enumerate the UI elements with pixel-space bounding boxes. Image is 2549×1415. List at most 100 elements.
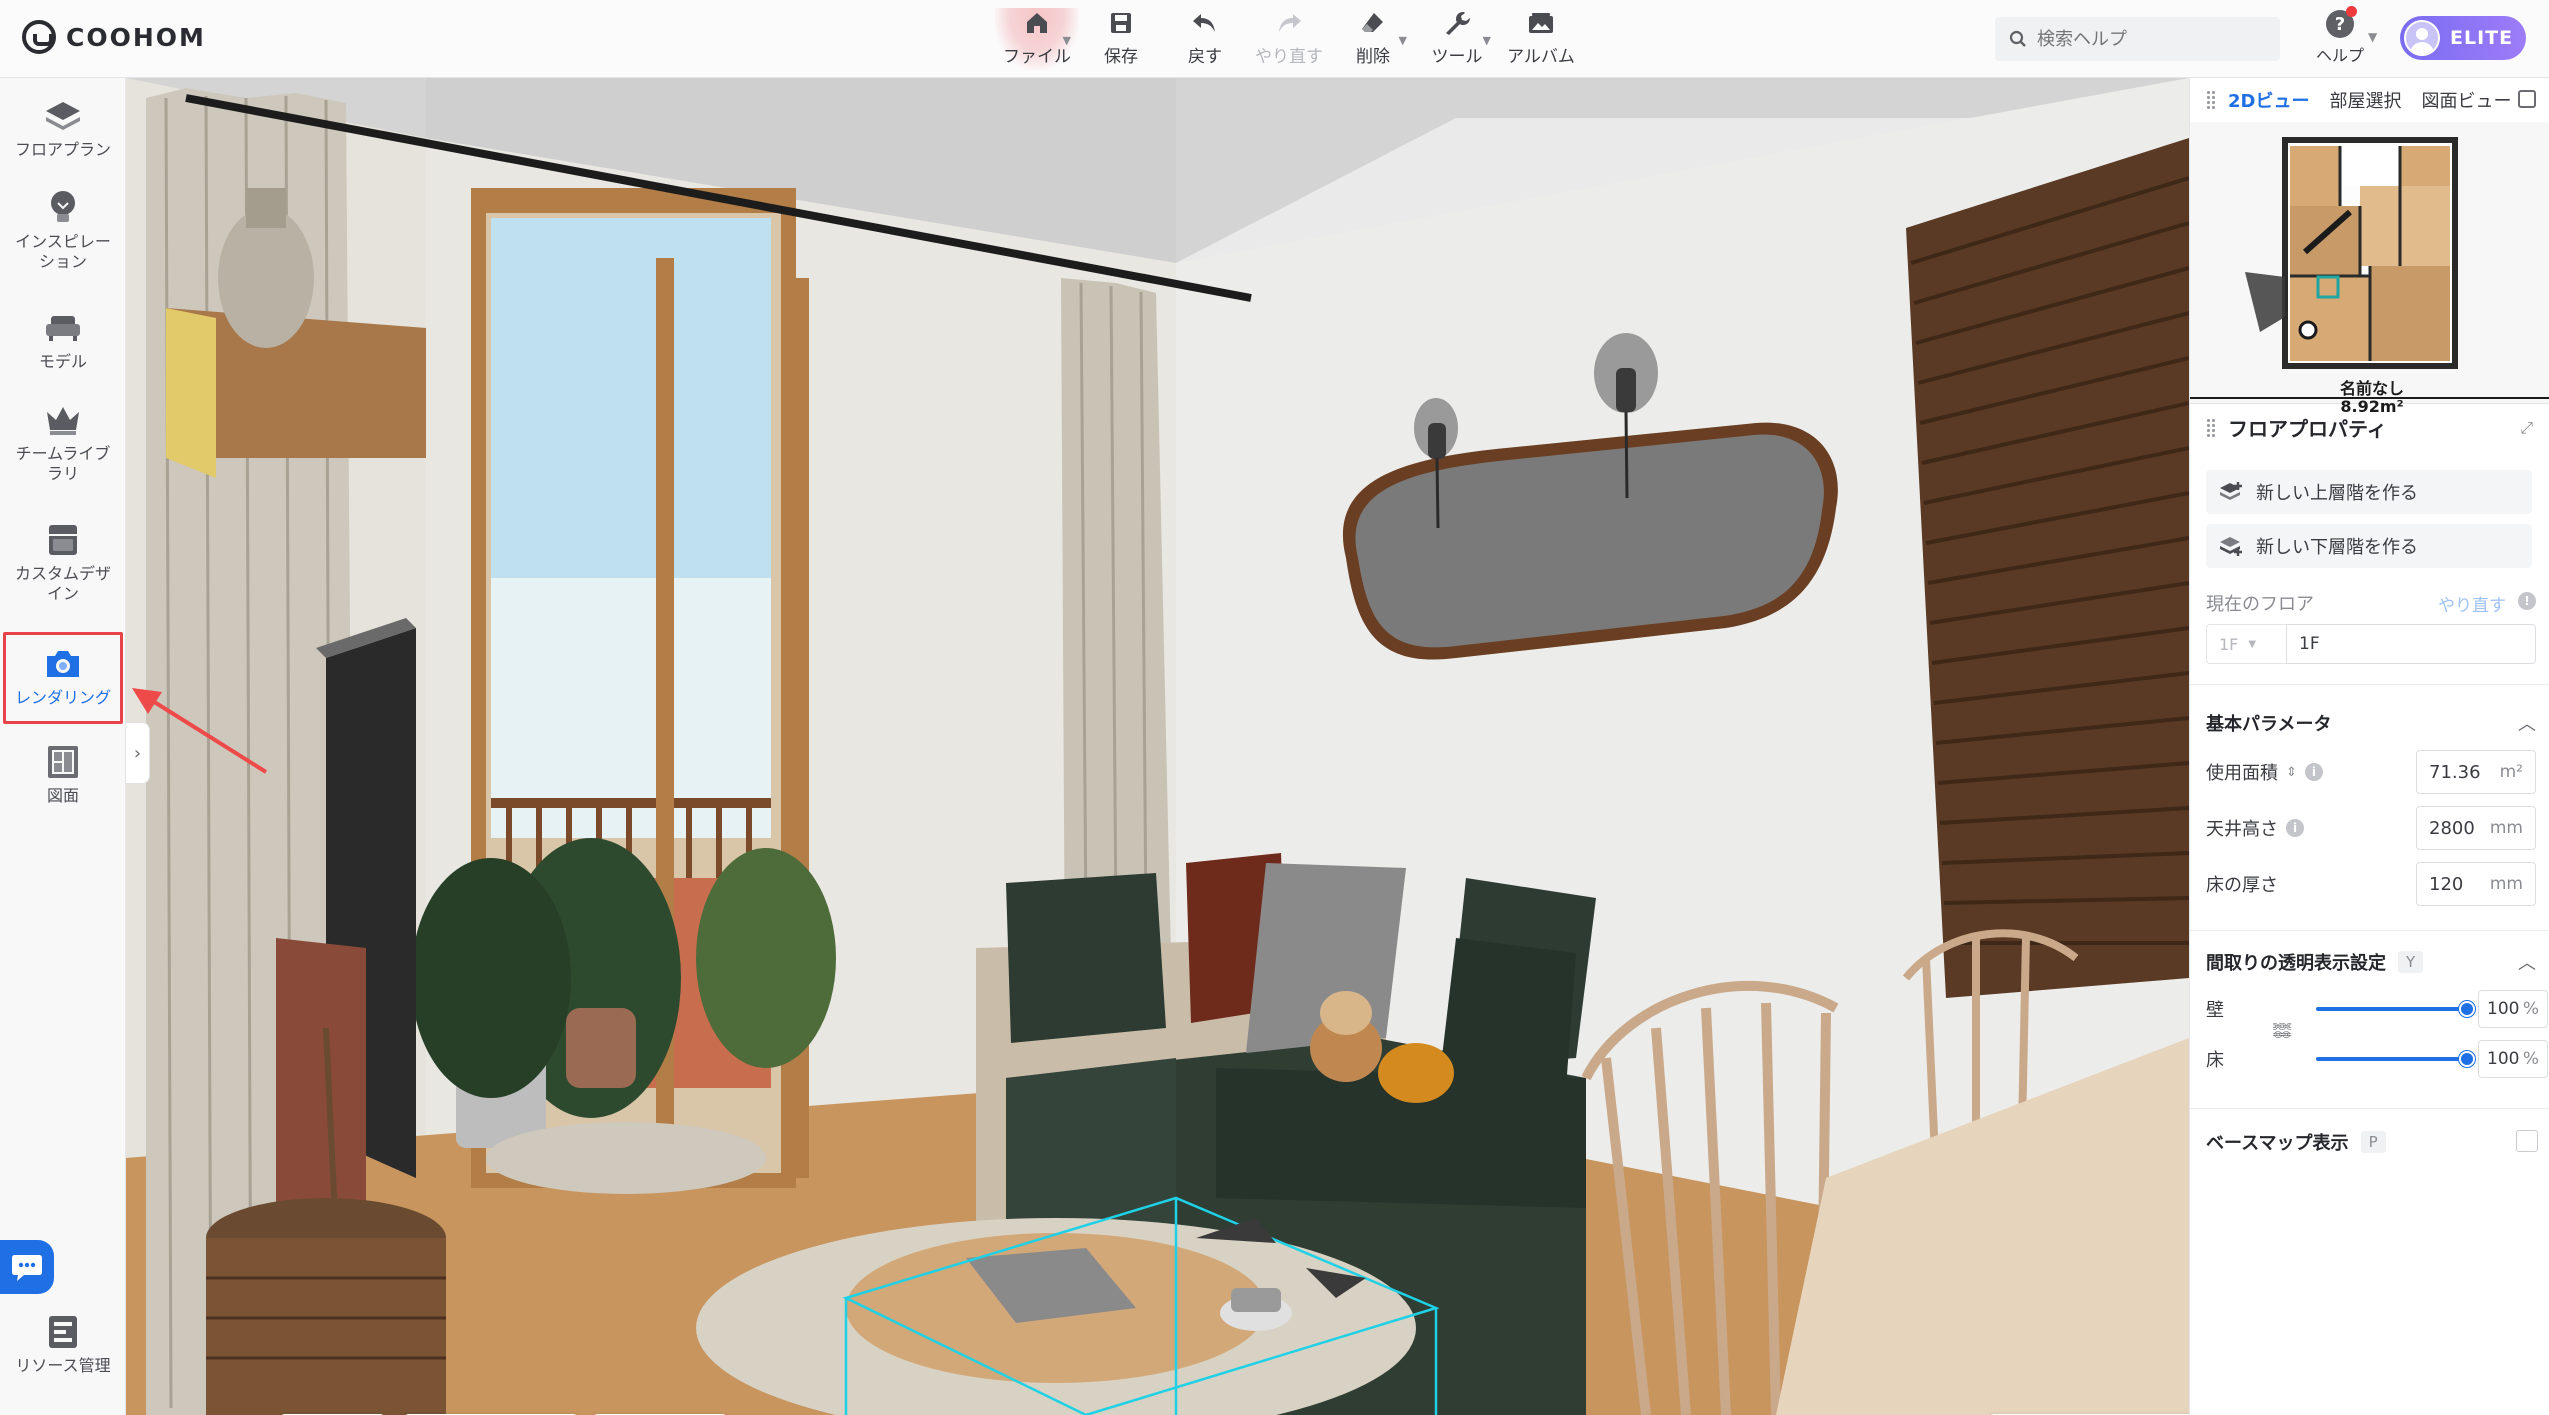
sofa-icon	[43, 308, 83, 348]
tab-2d-view[interactable]: 2Dビュー	[2228, 87, 2309, 113]
panel-title: フロアプロパティ	[2206, 413, 2387, 442]
search-icon	[2009, 30, 2026, 47]
floor-name-value: 1F	[2299, 634, 2320, 654]
info-icon[interactable]: !	[2518, 592, 2536, 610]
delete-button[interactable]: 削除 ▼	[1331, 8, 1415, 70]
popout-icon[interactable]	[2518, 90, 2536, 108]
left-sidebar: フロアプラン インスピレーション モデル チームライブラリ カスタムデザイン レ…	[0, 78, 126, 1415]
home-icon	[1020, 8, 1054, 38]
save-button[interactable]: 保存	[1079, 8, 1163, 70]
redo-label: やり直す	[1255, 47, 1323, 67]
redo-link[interactable]: やり直す	[2438, 591, 2506, 616]
sidebar-item-model[interactable]: モデル	[0, 308, 126, 372]
floor-properties-title: フロアプロパティ	[2228, 417, 2387, 441]
chevron-down-icon: ▼	[2248, 638, 2257, 650]
album-button[interactable]: アルバム	[1499, 8, 1583, 70]
floor-opacity-value: 100	[2487, 1049, 2520, 1069]
help-search[interactable]	[1995, 17, 2280, 61]
area-value: 71.36	[2429, 761, 2481, 783]
wrench-icon	[1440, 8, 1474, 38]
sidebar-item-label: リソース管理	[15, 1356, 111, 1375]
transparency-title: 間取りの透明表示設定	[2206, 953, 2386, 974]
sidebar-item-team-library[interactable]: チームライブラリ	[0, 400, 126, 484]
chat-icon	[12, 1255, 42, 1281]
ceiling-height-input[interactable]: 2800 mm	[2416, 806, 2536, 850]
link-icon[interactable]: ⛓	[2271, 1019, 2292, 1042]
help-label: ヘルプ	[2315, 46, 2364, 65]
drag-handle-icon[interactable]	[2206, 417, 2216, 438]
minimap-floorplan[interactable]	[2190, 122, 2549, 404]
floor-opacity-input[interactable]: 100 %	[2478, 1040, 2548, 1078]
floor-thickness-label: 床の厚さ	[2206, 875, 2278, 896]
shortcut-key-p: P	[2360, 1131, 2386, 1153]
wall-opacity-slider[interactable]	[2316, 1001, 2475, 1017]
drag-handle-icon[interactable]	[2206, 90, 2216, 110]
tab-drawing-view[interactable]: 図面ビュー	[2421, 87, 2511, 113]
area-input[interactable]: 71.36 m²	[2416, 750, 2536, 794]
sidebar-item-resource-management[interactable]: リソース管理	[0, 1312, 126, 1376]
chat-support-button[interactable]	[0, 1240, 54, 1294]
question-icon: ?	[2326, 6, 2357, 38]
floor-opacity-slider[interactable]	[2316, 1051, 2475, 1067]
sidebar-item-drawing[interactable]: 図面	[0, 742, 126, 806]
info-icon[interactable]: i	[2304, 763, 2323, 781]
3d-room-render[interactable]	[126, 78, 2189, 1415]
floor-name-input[interactable]: 1F	[2286, 624, 2536, 664]
area-row: 使用面積 ⇕ i 71.36 m²	[2206, 750, 2536, 794]
new-upper-floor-button[interactable]: 新しい上層階を作る	[2206, 470, 2532, 514]
ceiling-height-label: 天井高さ	[2206, 819, 2278, 840]
floor-thickness-input[interactable]: 120 mm	[2416, 862, 2536, 906]
file-menu-button[interactable]: ファイル ▼	[995, 8, 1079, 70]
slider-handle[interactable]	[2459, 1051, 2475, 1067]
chevron-up-icon[interactable]: ︿	[2518, 949, 2536, 975]
floor-opacity-row: 床 100 %	[2206, 1040, 2548, 1078]
resource-icon	[43, 1312, 83, 1352]
sidebar-item-label: モデル	[38, 352, 87, 371]
sidebar-item-label: チームライブラリ	[15, 444, 111, 483]
minimap-room-label: 名前なし 8.92m²	[2322, 380, 2422, 416]
tools-menu-button[interactable]: ツール ▼	[1415, 8, 1499, 70]
sidebar-item-label: 図面	[46, 786, 79, 805]
new-lower-floor-button[interactable]: 新しい下層階を作る	[2206, 524, 2532, 568]
tools-label: ツール	[1431, 47, 1483, 67]
layer-add-icon	[2220, 537, 2242, 556]
account-elite-badge[interactable]: ELITE	[2400, 16, 2526, 60]
save-icon	[1104, 8, 1138, 38]
floor-prefix-select[interactable]: 1F ▼	[2206, 624, 2286, 664]
sidebar-item-label: フロアプラン	[14, 140, 111, 159]
expand-icon[interactable]: ⤢	[2520, 418, 2533, 438]
search-input[interactable]	[2037, 28, 2267, 50]
room-area: 8.92m²	[2340, 397, 2404, 416]
sort-icon[interactable]: ⇕	[2286, 765, 2297, 780]
floorplan-minimap[interactable]: 名前なし 8.92m²	[2190, 122, 2549, 416]
info-icon[interactable]: i	[2286, 819, 2304, 837]
slider-handle[interactable]	[2459, 1001, 2475, 1017]
chevron-up-icon[interactable]: ︿	[2518, 710, 2536, 736]
redo-button[interactable]: やり直す	[1247, 8, 1331, 70]
wall-opacity-value: 100	[2487, 999, 2520, 1019]
sidebar-item-inspiration[interactable]: インスピレーション	[0, 188, 126, 272]
tab-room-select[interactable]: 部屋選択	[2329, 87, 2401, 113]
app-logo[interactable]: COOHOM	[22, 20, 206, 54]
redo-icon	[1272, 8, 1306, 38]
ceiling-height-row: 天井高さ i 2800 mm	[2206, 806, 2536, 850]
transparency-header[interactable]: 間取りの透明表示設定 Y ︿	[2206, 946, 2536, 978]
avatar	[2404, 20, 2440, 56]
chevron-down-icon: ▼	[1062, 34, 1071, 47]
blueprint-icon	[43, 742, 83, 782]
help-button[interactable]: ? ヘルプ	[2310, 6, 2370, 66]
sidebar-item-label: カスタムデザイン	[14, 564, 111, 603]
sidebar-item-custom-design[interactable]: カスタムデザイン	[0, 520, 126, 604]
wall-opacity-input[interactable]: 100 %	[2478, 990, 2548, 1028]
section-divider	[2190, 1108, 2549, 1109]
3d-viewport[interactable]: 1F ▼ 2D ▼ 3D ▼	[126, 78, 2189, 1415]
percent-unit: %	[2522, 1049, 2539, 1069]
current-floor-input: 1F ▼ 1F	[2206, 624, 2536, 664]
basemap-checkbox[interactable]	[2516, 1130, 2538, 1152]
main-toolbar: ファイル ▼ 保存 戻す やり直す 削除 ▼ ツール ▼ アルバム	[995, 8, 1583, 70]
basic-params-header[interactable]: 基本パラメータ ︿	[2206, 710, 2536, 736]
sidebar-item-floorplan[interactable]: フロアプラン	[0, 96, 126, 160]
floor-label: 床	[2206, 1050, 2224, 1071]
file-label: ファイル	[1003, 47, 1071, 67]
undo-button[interactable]: 戻す	[1163, 8, 1247, 70]
